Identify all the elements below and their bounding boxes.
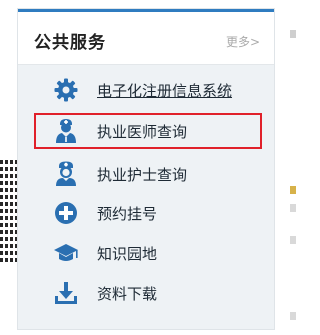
service-item-nurse[interactable]: 执业护士查询 [34,156,262,192]
service-label: 执业医师查询 [97,122,188,141]
service-item-einfo[interactable]: 电子化注册信息系统 [34,72,262,108]
public-services-panel: 公共服务 更多> 电子化注册信息系统 执业医师查询 执业护士查询 预约挂号 知识… [17,8,275,330]
qr-code-fragment [0,158,17,262]
download-icon [53,280,79,306]
graduation-cap-icon [53,240,79,266]
panel-header: 公共服务 更多> [18,12,274,65]
doctor-icon [53,118,79,144]
service-label: 执业护士查询 [97,165,188,184]
nurse-icon [53,161,79,187]
panel-title: 公共服务 [34,33,106,53]
service-item-doctor[interactable]: 执业医师查询 [34,113,262,149]
service-item-download[interactable]: 资料下载 [34,275,262,311]
service-label: 知识园地 [97,244,158,263]
gear-icon [53,77,79,103]
medical-cross-icon [53,200,79,226]
service-label: 资料下载 [97,284,158,303]
more-link[interactable]: 更多> [226,33,260,50]
service-label: 预约挂号 [97,204,158,223]
service-label: 电子化注册信息系统 [97,81,233,100]
service-item-appointment[interactable]: 预约挂号 [34,195,262,231]
service-item-knowledge[interactable]: 知识园地 [34,235,262,271]
adjacent-column-fragment [286,0,299,335]
